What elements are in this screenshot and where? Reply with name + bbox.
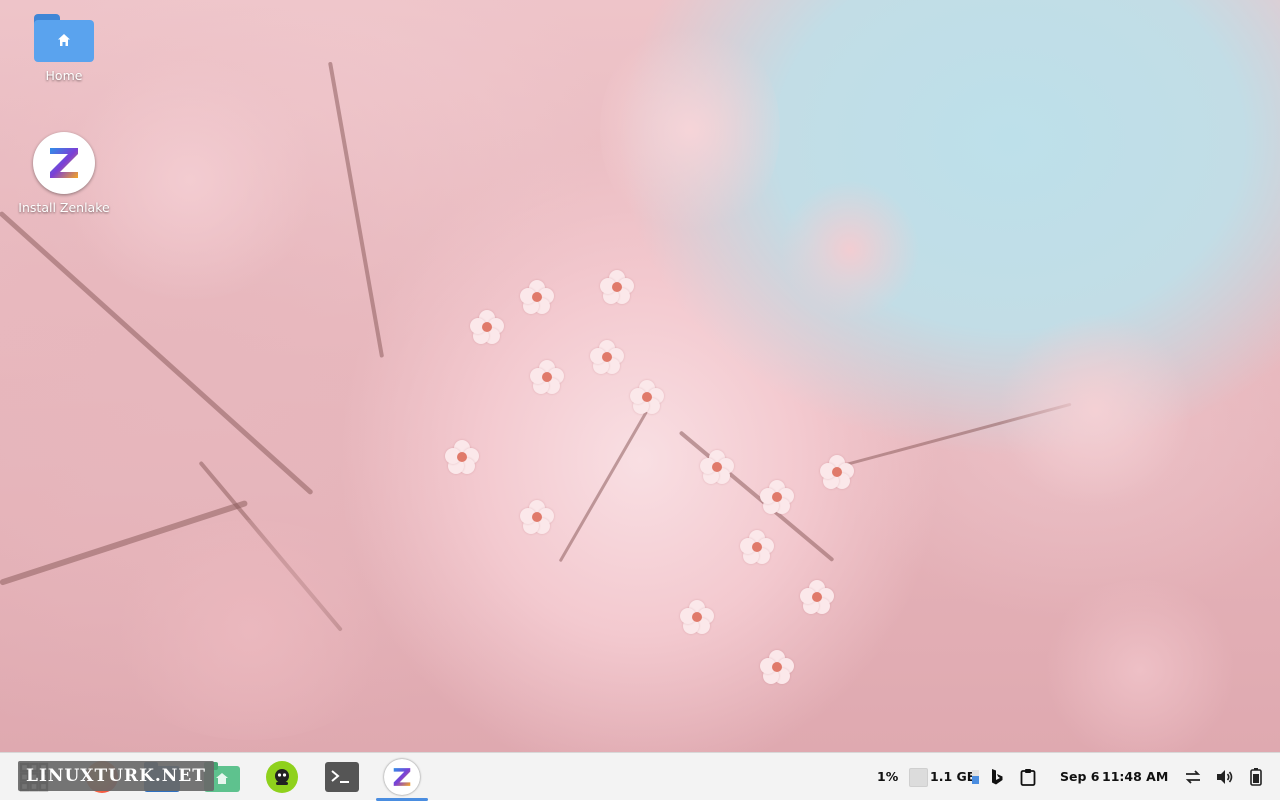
cherry-blossom: [520, 280, 554, 314]
memory-chip-icon: [909, 768, 928, 787]
branch: [328, 61, 385, 358]
cherry-blossom: [520, 500, 554, 534]
taskbar: LINUXTURK.NET 1% 1.1 GB Sep 6 11:48 AM: [0, 752, 1280, 801]
home-folder-icon: [34, 14, 94, 62]
blossom-cluster: [780, 180, 920, 320]
cherry-blossom: [590, 340, 624, 374]
desktop-icon-install-zenlake[interactable]: Install Zenlake: [16, 132, 112, 215]
cherry-blossom: [530, 360, 564, 394]
app-store-icon[interactable]: [264, 759, 300, 795]
date[interactable]: Sep 6: [1060, 769, 1099, 784]
branch: [558, 404, 652, 563]
desktop-wallpaper: [0, 0, 1280, 752]
watermark: LINUXTURK.NET: [18, 761, 214, 791]
cherry-blossom: [760, 480, 794, 514]
clipboard-icon[interactable]: [1018, 759, 1038, 795]
blossom-cluster: [600, 20, 780, 240]
cherry-blossom: [740, 530, 774, 564]
blossom-cluster: [100, 520, 400, 740]
cherry-blossom: [820, 455, 854, 489]
blossom-cluster: [1000, 310, 1190, 510]
cherry-blossom: [800, 580, 834, 614]
battery-icon[interactable]: [1247, 759, 1265, 795]
desktop-icon-label: Install Zenlake: [18, 200, 110, 215]
cherry-blossom: [760, 650, 794, 684]
cherry-blossom: [680, 600, 714, 634]
bing-icon[interactable]: [988, 759, 1006, 795]
terminal-icon[interactable]: [324, 759, 360, 795]
cherry-blossom: [445, 440, 479, 474]
volume-icon[interactable]: [1215, 759, 1235, 795]
zenlake-installer-icon[interactable]: [382, 759, 422, 795]
desktop-icon-home[interactable]: Home: [16, 14, 112, 83]
cherry-blossom: [470, 310, 504, 344]
memory-bar: [972, 770, 979, 784]
cherry-blossom: [700, 450, 734, 484]
zenlake-logo-icon: [33, 132, 95, 194]
cherry-blossom: [600, 270, 634, 304]
memory-usage[interactable]: 1.1 GB: [930, 769, 976, 784]
cpu-usage[interactable]: 1%: [877, 769, 898, 784]
desktop-icon-label: Home: [45, 68, 83, 83]
cherry-blossom: [630, 380, 664, 414]
blossom-cluster: [1040, 580, 1240, 752]
network-icon[interactable]: [1183, 759, 1203, 795]
clock[interactable]: 11:48 AM: [1102, 769, 1168, 784]
